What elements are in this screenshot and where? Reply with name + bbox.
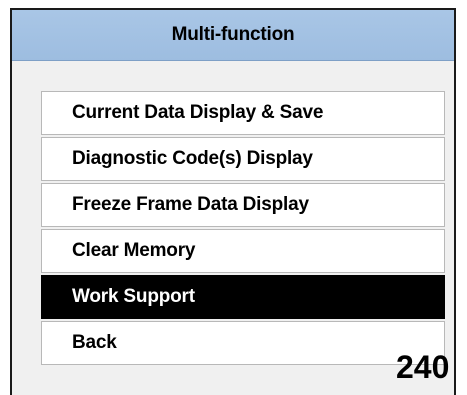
- window-title: Multi-function: [171, 24, 295, 45]
- menu-item-label: Work Support: [72, 286, 195, 307]
- menu-item-current-data-display-save[interactable]: Current Data Display & Save: [41, 91, 445, 135]
- page-number: 240: [396, 349, 450, 385]
- multi-function-window: Multi-function Current Data Display & Sa…: [10, 8, 456, 395]
- menu-item-label: Diagnostic Code(s) Display: [72, 148, 313, 169]
- menu-item-back[interactable]: Back: [41, 321, 445, 365]
- menu-item-freeze-frame-data-display[interactable]: Freeze Frame Data Display: [41, 183, 445, 227]
- menu-item-label: Back: [72, 332, 117, 353]
- menu-item-label: Current Data Display & Save: [72, 102, 324, 123]
- menu-item-diagnostic-codes-display[interactable]: Diagnostic Code(s) Display: [41, 137, 445, 181]
- menu-item-label: Clear Memory: [72, 240, 196, 261]
- menu-item-work-support[interactable]: Work Support: [41, 275, 445, 319]
- menu-item-clear-memory[interactable]: Clear Memory: [41, 229, 445, 273]
- menu-list: Current Data Display & Save Diagnostic C…: [41, 91, 445, 367]
- title-bar: Multi-function: [12, 10, 454, 61]
- menu-item-label: Freeze Frame Data Display: [72, 194, 309, 215]
